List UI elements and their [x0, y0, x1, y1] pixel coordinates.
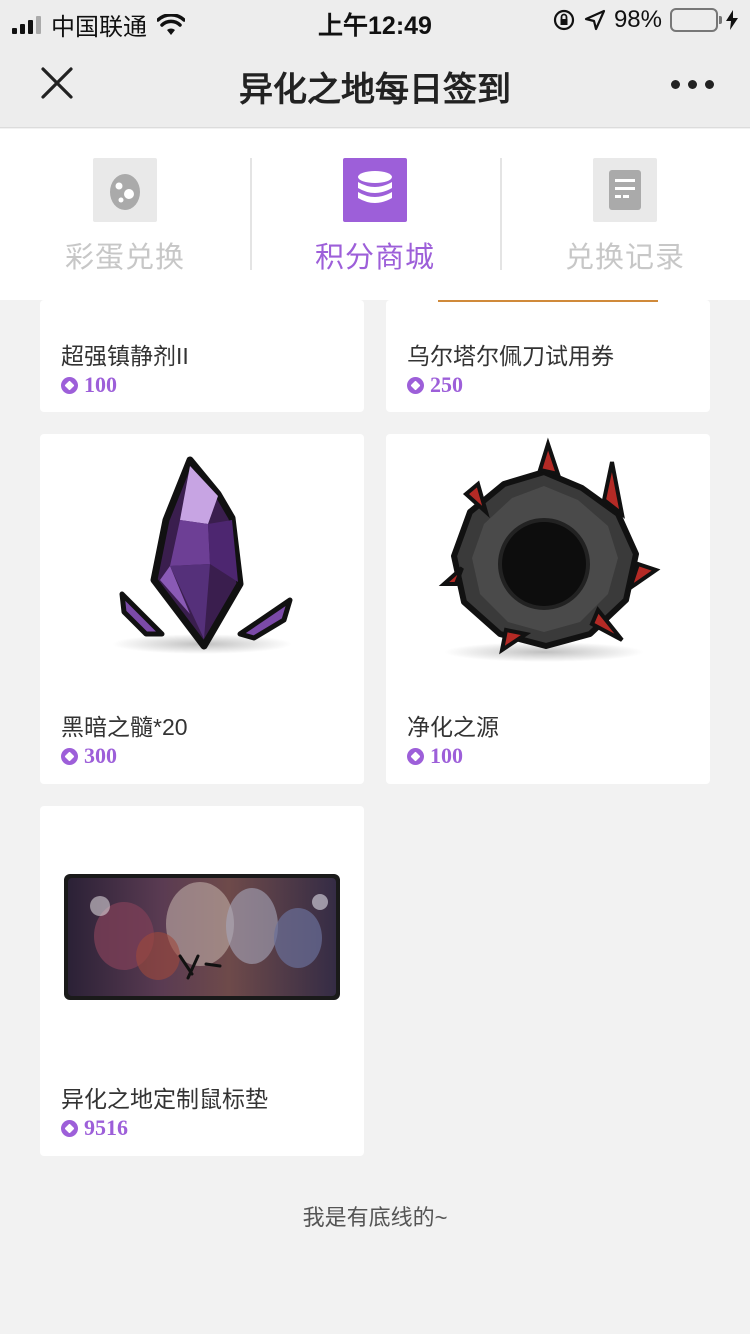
tab-exchange-records[interactable]: 兑换记录 — [500, 129, 750, 300]
tab-points-mall[interactable]: 积分商城 — [250, 129, 500, 300]
product-price: 9516 — [61, 1115, 128, 1141]
purple-crystal-icon — [112, 456, 293, 654]
product-price: 300 — [61, 743, 117, 769]
end-of-list-note: 我是有底线的~ — [302, 1205, 448, 1230]
product-card[interactable]: 异化之地定制鼠标垫 9516 — [40, 806, 364, 1156]
product-price: 100 — [407, 743, 463, 769]
more-options-icon[interactable] — [671, 80, 714, 89]
dark-gear-icon — [438, 437, 661, 662]
battery-percent: 98% — [613, 6, 662, 33]
tab-label: 彩蛋兑换 — [64, 242, 185, 274]
product-card[interactable]: 超强镇静剂II 100 — [40, 300, 364, 412]
tab-label: 兑换记录 — [564, 242, 685, 274]
product-price: 250 — [407, 372, 463, 398]
product-card[interactable]: 净化之源 100 — [386, 434, 710, 784]
points-icon — [407, 747, 424, 765]
location-icon — [584, 9, 606, 31]
product-name: 乌尔塔尔佩刀试用券 — [407, 343, 614, 369]
product-price: 100 — [61, 372, 117, 398]
mousepad-image — [64, 874, 340, 1000]
status-bar: 中国联通 上午12:49 98% — [0, 0, 750, 41]
tab-label: 积分商城 — [314, 242, 435, 274]
battery-icon — [670, 8, 722, 32]
product-name: 异化之地定制鼠标垫 — [61, 1086, 268, 1112]
points-icon — [61, 1119, 78, 1137]
charging-icon — [726, 10, 738, 30]
document-icon — [593, 158, 657, 222]
points-icon — [61, 747, 78, 765]
product-card[interactable]: 黑暗之髓*20 300 — [40, 434, 364, 784]
product-name: 黑暗之髓*20 — [61, 714, 188, 740]
points-icon — [407, 376, 424, 394]
tab-egg-exchange[interactable]: 彩蛋兑换 — [0, 129, 250, 300]
product-card[interactable]: 乌尔塔尔佩刀试用券 250 — [386, 300, 710, 412]
status-right: 98% — [552, 6, 738, 34]
tab-bar: 彩蛋兑换 积分商城 兑换记录 — [0, 129, 750, 300]
coin-stack-icon — [343, 158, 407, 222]
rotation-lock-icon — [553, 9, 575, 31]
points-icon — [61, 376, 78, 394]
navigation-bar: 异化之地每日签到 — [0, 40, 750, 128]
product-name: 超强镇静剂II — [61, 343, 189, 369]
page-title: 异化之地每日签到 — [239, 71, 511, 109]
product-name: 净化之源 — [407, 714, 499, 740]
product-image-edge — [438, 300, 658, 302]
egg-icon — [93, 158, 157, 222]
